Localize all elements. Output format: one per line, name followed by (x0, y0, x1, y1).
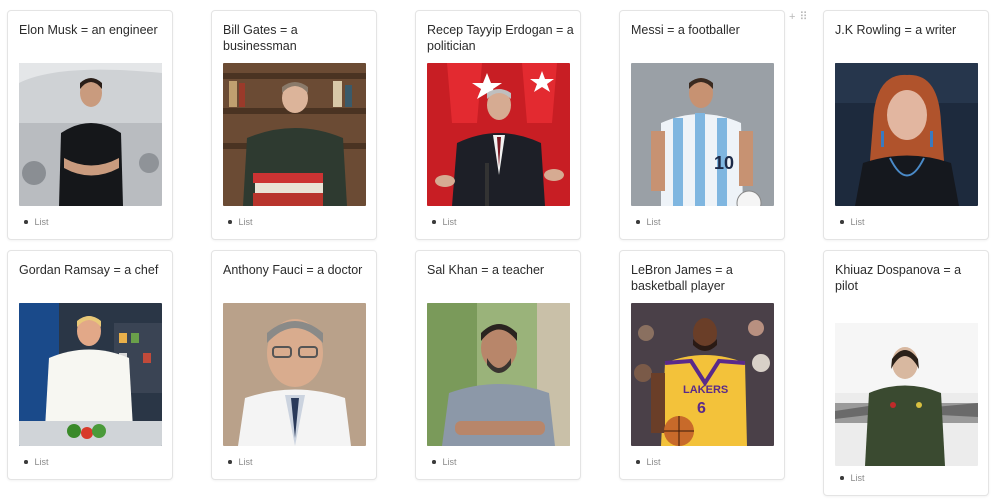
gallery-card[interactable]: Anthony Fauci = a doctor List (211, 250, 377, 480)
list-property: List (432, 457, 457, 467)
card-title: Sal Khan = a teacher (427, 263, 545, 277)
card-title: Khiuaz Dospanova = a pilot (835, 263, 962, 293)
list-property: List (228, 457, 253, 467)
bullet-icon (228, 220, 232, 224)
bullet-icon (636, 220, 640, 224)
card-title: J.K Rowling = a writer (835, 23, 957, 37)
bullet-icon (24, 460, 28, 464)
list-property: List (24, 457, 49, 467)
bullet-icon (24, 220, 28, 224)
gallery-card[interactable]: Messi = a footballer 10 List (619, 10, 785, 240)
card-image (223, 63, 366, 206)
svg-text:6: 6 (697, 400, 706, 417)
list-label: List (646, 217, 661, 227)
card-title: Gordan Ramsay = a chef (19, 263, 159, 277)
gallery-card[interactable]: Elon Musk = an engineer List (7, 10, 173, 240)
gallery-card[interactable]: Recep Tayyip Erdogan = a politician List (415, 10, 581, 240)
list-label: List (442, 217, 457, 227)
card-image (427, 303, 570, 446)
drag-handle-icon[interactable]: ⠿ (799, 10, 807, 24)
bullet-icon (840, 476, 844, 480)
gallery-card[interactable]: Sal Khan = a teacher List (415, 250, 581, 480)
list-label: List (34, 457, 49, 467)
card-image (223, 303, 366, 446)
card-title: Elon Musk = an engineer (19, 23, 158, 37)
card-image (835, 323, 978, 466)
list-property: List (228, 217, 253, 227)
card-hover-controls: + ⠿ (789, 10, 808, 24)
list-property: List (840, 473, 865, 483)
list-label: List (34, 217, 49, 227)
card-image: LAKERS 6 (631, 303, 774, 446)
bullet-icon (228, 460, 232, 464)
list-property: List (24, 217, 49, 227)
bullet-icon (432, 460, 436, 464)
list-label: List (238, 457, 253, 467)
svg-text:10: 10 (714, 153, 734, 173)
list-property: List (636, 457, 661, 467)
bullet-icon (432, 220, 436, 224)
bullet-icon (840, 220, 844, 224)
card-title: Bill Gates = a businessman (223, 23, 298, 53)
card-title: LeBron James = a basketball player (631, 263, 733, 293)
list-label: List (442, 457, 457, 467)
list-property: List (432, 217, 457, 227)
card-image (19, 303, 162, 446)
svg-text:LAKERS: LAKERS (683, 384, 728, 396)
gallery-card[interactable]: Khiuaz Dospanova = a pilot List (823, 250, 989, 496)
list-label: List (646, 457, 661, 467)
list-label: List (850, 473, 865, 483)
list-label: List (850, 217, 865, 227)
gallery-card[interactable]: Gordan Ramsay = a chef List (7, 250, 173, 480)
list-property: List (840, 217, 865, 227)
gallery-card[interactable]: LeBron James = a basketball player LAKER… (619, 250, 785, 480)
list-label: List (238, 217, 253, 227)
card-title: Anthony Fauci = a doctor (223, 263, 363, 277)
gallery-card[interactable]: Bill Gates = a businessman List (211, 10, 377, 240)
card-image (427, 63, 570, 206)
card-image (835, 63, 978, 206)
add-icon[interactable]: + (789, 10, 795, 24)
card-image (19, 63, 162, 206)
gallery-card[interactable]: J.K Rowling = a writer List (823, 10, 989, 240)
card-image: 10 (631, 63, 774, 206)
bullet-icon (636, 460, 640, 464)
card-title: Messi = a footballer (631, 23, 740, 37)
card-title: Recep Tayyip Erdogan = a politician (427, 23, 574, 53)
list-property: List (636, 217, 661, 227)
